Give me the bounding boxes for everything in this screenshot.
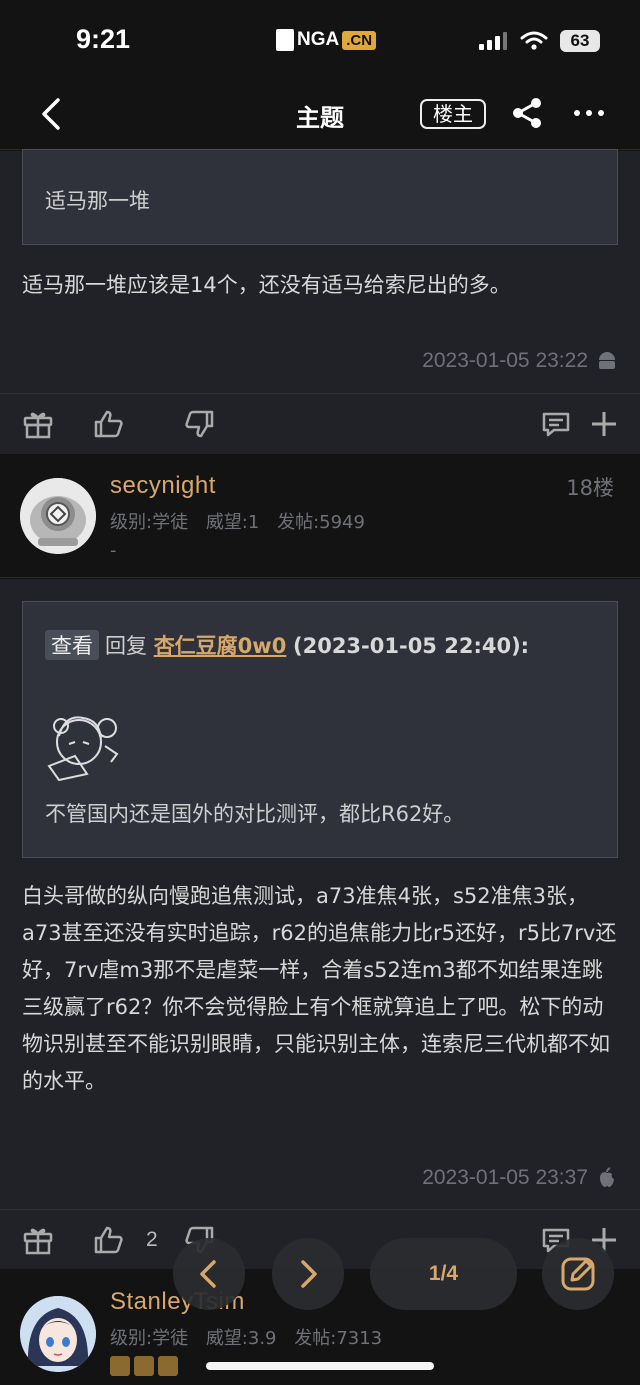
next-page-button[interactable] <box>272 1238 344 1310</box>
user-badges <box>110 1356 178 1376</box>
reply-plus-icon[interactable] <box>588 408 620 440</box>
chevron-left-icon <box>200 1260 216 1288</box>
quote-header: 查看 回复 杏仁豆腐0w0 (2023-01-05 22:40): <box>45 630 529 660</box>
owner-only-button[interactable]: 楼主 <box>420 99 486 129</box>
post-timestamp: 2023-01-05 23:37 <box>422 1166 588 1189</box>
diving-helmet-avatar-icon <box>20 478 96 554</box>
chevron-right-icon <box>301 1260 317 1288</box>
reply-user-link[interactable]: 杏仁豆腐0w0 <box>154 634 287 658</box>
user-prestige: 威望:1 <box>205 512 260 533</box>
home-indicator <box>206 1362 434 1370</box>
anime-girl-avatar-icon <box>20 1296 96 1372</box>
post-18: 查看 回复 杏仁豆腐0w0 (2023-01-05 22:40): 不管国内还是国… <box>0 579 640 1269</box>
gift-icon[interactable] <box>22 1224 54 1256</box>
app-logo-badge: .CN <box>342 30 377 50</box>
wifi-icon <box>520 31 548 50</box>
edit-icon <box>561 1257 595 1291</box>
badge-icon <box>110 1356 130 1376</box>
anime-girl-sticker-icon <box>47 716 119 782</box>
app-logo-text: NGA <box>297 29 340 50</box>
reply-prefix: 回复 <box>105 634 147 658</box>
status-bar: 9:21 NGA .CN 63 <box>0 0 640 84</box>
prev-page-button[interactable] <box>173 1238 245 1310</box>
like-icon[interactable] <box>92 1224 124 1256</box>
post-timestamp: 2023-01-05 23:22 <box>422 349 588 372</box>
user-prestige: 威望:3.9 <box>205 1328 277 1349</box>
post-body: 白头哥做的纵向慢跑追焦测试，a73准焦4张，s52准焦3张，a73甚至还没有实时… <box>22 884 617 1093</box>
user-post-count: 发帖:7313 <box>294 1328 383 1349</box>
reply-time: (2023-01-05 22:40): <box>293 634 530 658</box>
avatar[interactable] <box>20 1296 96 1372</box>
gift-icon[interactable] <box>22 408 54 440</box>
apple-icon <box>600 1167 614 1187</box>
post-action-bar <box>0 393 640 453</box>
user-signature: - <box>110 540 117 561</box>
badge-icon <box>134 1356 154 1376</box>
avatar[interactable] <box>20 478 96 554</box>
user-meta: 级别:学徒 威望:3.9 发帖:7313 <box>110 1324 394 1350</box>
view-quote-button[interactable]: 查看 <box>45 630 99 660</box>
post-17: 适马那一堆 适马那一堆应该是14个，还没有适马给索尼出的多。 2023-01-0… <box>0 149 640 454</box>
dislike-icon[interactable] <box>184 408 216 440</box>
like-icon[interactable] <box>92 408 124 440</box>
user-level: 级别:学徒 <box>110 1328 189 1349</box>
compose-reply-button[interactable] <box>542 1238 614 1310</box>
user-meta: 级别:学徒 威望:1 发帖:5949 <box>110 508 377 534</box>
share-icon[interactable] <box>510 96 544 130</box>
post-18-header: secynight 18楼 级别:学徒 威望:1 发帖:5949 - <box>0 456 640 578</box>
comment-icon[interactable] <box>540 408 572 440</box>
quote-text: 适马那一堆 <box>45 189 150 213</box>
floor-number: 18楼 <box>566 476 614 500</box>
user-post-count: 发帖:5949 <box>277 512 365 533</box>
quote-body: 不管国内还是国外的对比测评，都比R62好。 <box>45 802 465 826</box>
page-indicator-label: 1/4 <box>428 1262 459 1285</box>
nav-bar: 主题 楼主 <box>0 84 640 150</box>
page-indicator[interactable]: 1/4 <box>370 1238 517 1310</box>
page-title: 主题 <box>296 104 344 132</box>
user-level: 级别:学徒 <box>110 512 189 533</box>
status-time: 9:21 <box>76 24 131 54</box>
badge-icon <box>158 1356 178 1376</box>
like-count: 2 <box>146 1228 158 1251</box>
more-icon[interactable] <box>572 96 606 130</box>
cellular-signal-icon <box>479 32 507 50</box>
post-body: 适马那一堆应该是14个，还没有适马给索尼出的多。 <box>22 273 511 297</box>
nga-logo-icon <box>276 29 294 51</box>
status-indicators: 63 <box>478 30 600 52</box>
username[interactable]: secynight <box>110 472 216 500</box>
android-icon <box>599 352 615 369</box>
app-logo: NGA .CN <box>276 28 377 52</box>
post-quote: 适马那一堆 <box>22 149 618 245</box>
battery-indicator: 63 <box>560 30 600 52</box>
post-quote: 查看 回复 杏仁豆腐0w0 (2023-01-05 22:40): 不管国内还是国… <box>22 601 618 858</box>
